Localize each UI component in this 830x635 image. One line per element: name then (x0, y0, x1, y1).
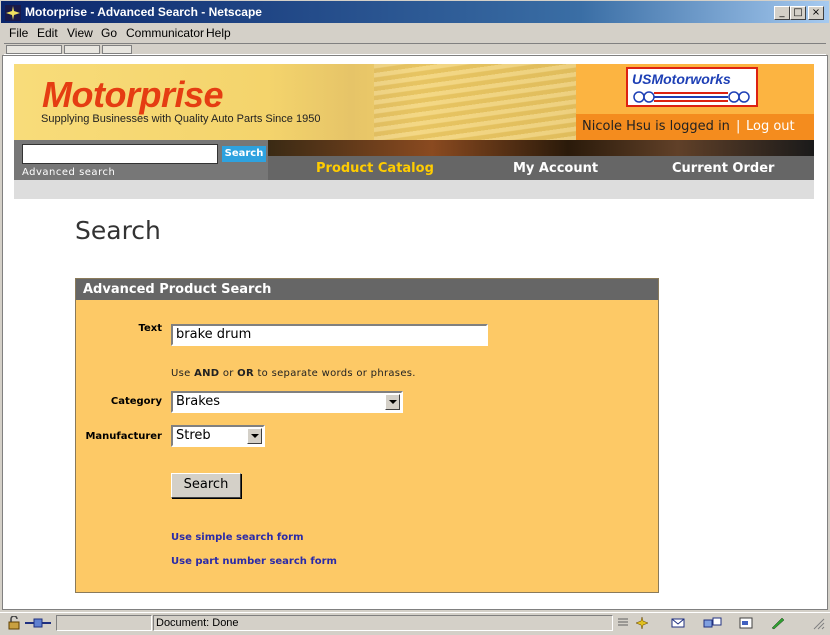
partner-brand-area: USMotorworks (576, 64, 814, 114)
edit-pencil-icon[interactable] (770, 616, 786, 630)
nav-product-catalog[interactable]: Product Catalog (316, 161, 434, 176)
menu-file[interactable]: File (9, 26, 28, 40)
site-logo[interactable]: Motorprise (42, 74, 224, 116)
nav-current-order[interactable]: Current Order (672, 161, 774, 176)
site-banner: Motorprise Supplying Businesses with Qua… (14, 64, 576, 140)
chevron-down-icon[interactable] (385, 394, 400, 410)
connection-status-icon (25, 618, 51, 628)
page-title: Search (75, 216, 161, 245)
menu-edit[interactable]: Edit (37, 26, 58, 40)
simple-search-link[interactable]: Use simple search form (171, 532, 304, 543)
menu-help[interactable]: Help (206, 26, 231, 40)
manufacturer-selected-value: Streb (176, 428, 211, 443)
progress-cell (56, 615, 152, 631)
category-select[interactable]: Brakes (171, 391, 403, 413)
subnav-spacer (14, 180, 814, 199)
login-separator: | (736, 119, 741, 134)
mail-icon[interactable] (670, 616, 686, 630)
status-text: Document: Done (153, 615, 613, 631)
menu-bar: File Edit View Go Communicator Help (0, 24, 830, 42)
category-label: Category (110, 396, 162, 407)
toolbar-tab-navigation[interactable] (6, 45, 62, 54)
logged-in-user-text: Nicole Hsu is logged in (582, 119, 730, 134)
grip-icon (618, 618, 628, 626)
minimize-button[interactable]: _ (774, 6, 790, 20)
toolbar-tab-location[interactable] (64, 45, 100, 54)
navigator-icon[interactable] (634, 616, 650, 630)
security-lock-icon[interactable] (6, 616, 22, 630)
close-button[interactable]: × (808, 6, 824, 20)
advanced-search-link[interactable]: Advanced search (22, 167, 115, 178)
discussions-icon[interactable] (702, 616, 724, 630)
usmotorworks-logo: USMotorworks (626, 67, 758, 107)
text-search-input[interactable]: brake drum (171, 324, 488, 346)
nav-decorative-strip (268, 140, 814, 156)
menu-view[interactable]: View (67, 26, 93, 40)
composer-icon[interactable] (738, 616, 754, 630)
site-tagline: Supplying Businesses with Quality Auto P… (41, 113, 321, 125)
panel-header: Advanced Product Search (76, 279, 658, 300)
resize-grip-icon[interactable] (810, 616, 826, 630)
status-bar: Document: Done (0, 612, 830, 635)
nav-my-account[interactable]: My Account (513, 161, 598, 176)
search-hint: Use AND or OR to separate words or phras… (171, 368, 416, 379)
chevron-down-icon[interactable] (247, 428, 262, 444)
text-label: Text (138, 323, 162, 334)
logout-link[interactable]: Log out (746, 119, 795, 134)
search-submit-button[interactable]: Search (171, 473, 241, 498)
login-status-bar: Nicole Hsu is logged in | Log out (576, 114, 814, 140)
manufacturer-label: Manufacturer (85, 431, 162, 442)
maximize-button[interactable]: □ (790, 6, 806, 20)
menu-go[interactable]: Go (101, 26, 117, 40)
part-number-search-link[interactable]: Use part number search form (171, 556, 337, 567)
quick-search-area: Search Advanced search (14, 140, 268, 180)
window-title: Motorprise - Advanced Search - Netscape (25, 5, 262, 19)
panel-title: Advanced Product Search (83, 282, 272, 297)
partner-logo-text: USMotorworks (632, 71, 731, 87)
menu-communicator[interactable]: Communicator (126, 26, 204, 40)
main-nav: Product Catalog My Account Current Order (268, 156, 814, 180)
quick-search-input[interactable] (22, 144, 218, 164)
netscape-icon (5, 5, 21, 21)
toolbar-tab-personal[interactable] (102, 45, 132, 54)
manufacturer-select[interactable]: Streb (171, 425, 265, 447)
car-wheels-icon (633, 91, 750, 103)
banner-motion-graphic (374, 64, 576, 140)
category-selected-value: Brakes (176, 394, 221, 409)
quick-search-button[interactable]: Search (222, 146, 266, 162)
window-title-bar: Motorprise - Advanced Search - Netscape … (0, 0, 830, 24)
collapsed-toolbars (4, 43, 826, 55)
advanced-search-panel: Advanced Product Search Text brake drum … (75, 278, 659, 593)
